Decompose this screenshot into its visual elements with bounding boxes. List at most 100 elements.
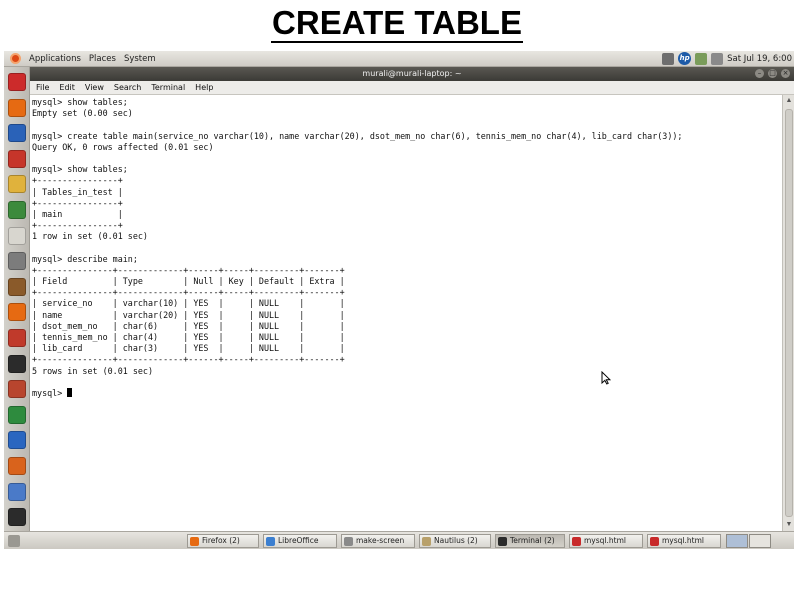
taskbar-label: mysql.html xyxy=(662,536,704,545)
app-icon xyxy=(344,537,353,546)
terminal-icon[interactable] xyxy=(8,73,26,91)
terminal-icon xyxy=(498,537,507,546)
text-editor-icon[interactable] xyxy=(8,149,26,168)
taskbar-label: Firefox (2) xyxy=(202,536,240,545)
clock[interactable]: Sat Jul 19, 6:00 xyxy=(727,54,792,64)
taskbar-button[interactable]: Nautilus (2) xyxy=(419,534,491,548)
close-icon[interactable]: × xyxy=(781,69,790,78)
terminal-titlebar[interactable]: murali@murali-laptop: ~ – □ × xyxy=(30,67,794,81)
terminal-line: Query OK, 0 rows affected (0.01 sec) xyxy=(32,141,214,152)
maximize-icon[interactable]: □ xyxy=(768,69,777,78)
libreoffice-writer-icon[interactable] xyxy=(8,431,26,450)
image-viewer-icon[interactable] xyxy=(8,482,26,501)
spreadsheet-icon[interactable] xyxy=(8,201,26,219)
help-icon[interactable] xyxy=(8,124,26,143)
libreoffice-icon xyxy=(266,537,275,546)
terminal-line: +---------------+-------------+------+--… xyxy=(32,354,345,365)
top-panel-tray: hp Sat Jul 19, 6:00 xyxy=(662,52,792,65)
terminal-line: mysql> show tables; xyxy=(32,97,128,107)
terminal-line: mysql> describe main; xyxy=(32,253,138,264)
terminal-menubar: File Edit View Search Terminal Help xyxy=(30,81,794,95)
terminal-line: mysql> create table main(service_no varc… xyxy=(32,130,683,141)
launcher-panel xyxy=(4,67,30,533)
terminal-icon[interactable] xyxy=(8,354,26,373)
menu-search[interactable]: Search xyxy=(114,83,141,92)
workspace-1[interactable] xyxy=(726,534,748,548)
libreoffice-impress-icon[interactable] xyxy=(8,457,26,475)
terminal-line: 5 rows in set (0.01 sec) xyxy=(32,365,154,376)
window-controls: – □ × xyxy=(755,69,790,78)
menu-file[interactable]: File xyxy=(36,83,49,92)
mouse-pointer-icon xyxy=(601,371,611,385)
battery-icon[interactable] xyxy=(695,52,708,65)
minimize-icon[interactable]: – xyxy=(755,69,764,78)
scrollbar-thumb[interactable] xyxy=(785,109,793,517)
hp-logo-icon[interactable]: hp xyxy=(678,52,692,65)
taskbar-label: mysql.html xyxy=(584,536,626,545)
menu-places[interactable]: Places xyxy=(89,54,116,64)
pdf-icon xyxy=(572,537,581,546)
terminal-line: | Field | Type | Null | Key | Default | … xyxy=(32,276,345,286)
slide-title-text: CREATE TABLE xyxy=(271,4,523,43)
taskbar-label: make-screen xyxy=(356,536,405,545)
terminal-line: | Tables_in_test | xyxy=(32,186,123,197)
terminal-line: mysql> show tables; xyxy=(32,164,128,175)
terminal-line: | dsot_mem_no | char(6) | YES | | NULL |… xyxy=(32,320,345,331)
taskbar-label: Terminal (2) xyxy=(510,536,555,545)
terminal-line: mysql> xyxy=(32,387,782,399)
software-center-icon[interactable] xyxy=(8,380,26,399)
terminal-line: 1 row in set (0.01 sec) xyxy=(32,231,148,242)
menu-terminal[interactable]: Terminal xyxy=(151,83,185,92)
menu-edit[interactable]: Edit xyxy=(59,83,75,92)
notes-icon[interactable] xyxy=(8,175,26,194)
firefox-icon[interactable] xyxy=(8,98,26,117)
slide-title: CREATE TABLE xyxy=(0,4,794,44)
terminal-line: +---------------+-------------+------+--… xyxy=(32,287,345,298)
terminal-line: | service_no | varchar(10) | YES | | NUL… xyxy=(32,298,345,309)
terminal-line: +----------------+ xyxy=(32,175,123,186)
menu-help[interactable]: Help xyxy=(195,83,213,92)
terminal-output[interactable]: mysql> show tables; Empty set (0.00 sec) m… xyxy=(30,95,782,531)
taskbar-label: Nautilus (2) xyxy=(434,536,478,545)
menu-applications[interactable]: Applications xyxy=(29,54,81,64)
document-icon[interactable] xyxy=(8,226,26,245)
menu-system[interactable]: System xyxy=(124,54,156,64)
terminal-line: +---------------+-------------+------+--… xyxy=(32,264,345,275)
terminal-line: +----------------+ xyxy=(32,220,123,231)
bottom-panel: Firefox (2) LibreOffice make-screen Nautilu… xyxy=(4,531,794,549)
desktop-screenshot: Applications Places System hp Sat Jul 19… xyxy=(4,51,794,549)
terminal-line: | main | xyxy=(32,208,123,219)
system-monitor-icon[interactable] xyxy=(8,508,26,527)
taskbar-button[interactable]: Firefox (2) xyxy=(187,534,259,548)
terminal-scrollbar[interactable]: ▲ ▼ xyxy=(782,95,794,531)
taskbar-button[interactable]: mysql.html xyxy=(647,534,721,548)
terminal-cursor xyxy=(67,387,73,397)
terminal-window-title: murali@murali-laptop: ~ xyxy=(362,69,462,78)
menu-view[interactable]: View xyxy=(85,83,104,92)
scroll-up-icon[interactable]: ▲ xyxy=(784,96,794,106)
pdf-icon xyxy=(650,537,659,546)
taskbar-button[interactable]: make-screen xyxy=(341,534,415,548)
libreoffice-calc-icon[interactable] xyxy=(8,405,26,424)
terminal-line: Empty set (0.00 sec) xyxy=(32,108,133,119)
firefox-icon xyxy=(190,537,199,546)
taskbar-button[interactable]: Terminal (2) xyxy=(495,534,565,548)
terminal-line: | lib_card | char(3) | YES | | NULL | | xyxy=(32,343,345,354)
volume-icon[interactable] xyxy=(711,52,724,65)
workspace-2[interactable] xyxy=(749,534,771,548)
terminal-line: | tennis_mem_no | char(4) | YES | | NULL… xyxy=(32,331,345,342)
show-desktop-icon[interactable] xyxy=(8,535,20,547)
openoffice-icon[interactable] xyxy=(8,329,26,347)
network-icon[interactable] xyxy=(662,52,675,65)
ubuntu-logo-icon xyxy=(10,53,21,64)
top-panel: Applications Places System hp Sat Jul 19… xyxy=(4,51,794,67)
taskbar-button[interactable]: mysql.html xyxy=(569,534,643,548)
firefox-icon[interactable] xyxy=(8,303,26,322)
dictionary-icon[interactable] xyxy=(8,277,26,296)
taskbar-button[interactable]: LibreOffice xyxy=(263,534,337,548)
calculator-icon[interactable] xyxy=(8,252,26,271)
scroll-down-icon[interactable]: ▼ xyxy=(784,520,794,530)
terminal-line: +----------------+ xyxy=(32,197,123,208)
